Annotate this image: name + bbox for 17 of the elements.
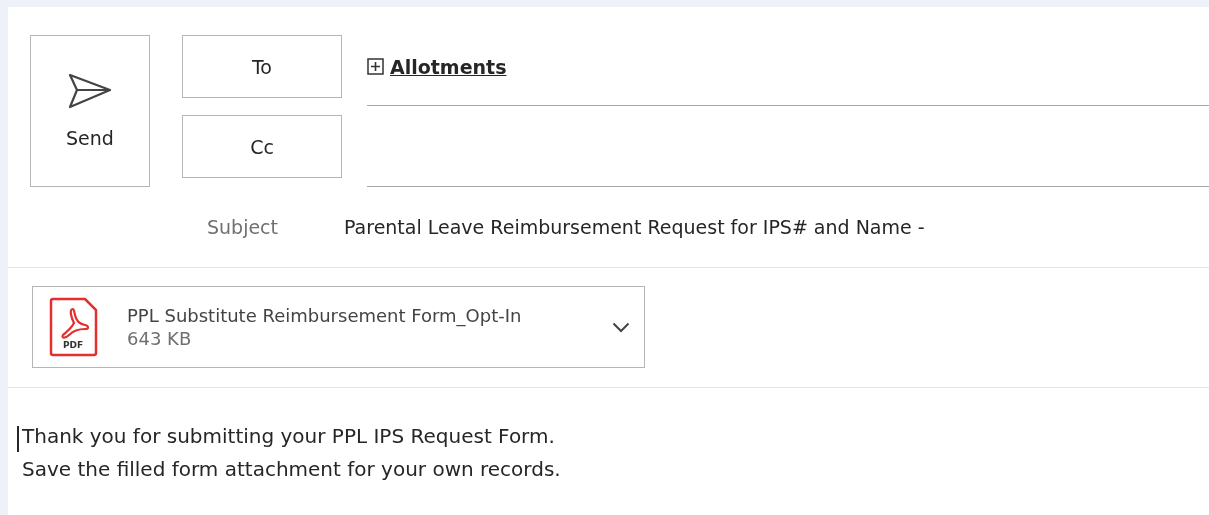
body-text: Save the filled form attachment for your own records. [22,457,561,481]
recipient-button[interactable]: Cc [182,115,342,178]
chevron-down-icon[interactable] [612,321,630,333]
recipient-link[interactable]: Allotments [390,55,507,78]
send-icon [68,73,112,109]
to-field[interactable]: Allotments [367,35,1209,106]
subject-label: Subject [205,216,279,238]
body-text: Thank you for submitting your PPL IPS Request Form. [22,424,555,448]
expand-icon[interactable] [367,58,384,75]
subject-field[interactable]: Parental Leave Reimbursement Request for IPS# and Name - [344,216,925,238]
pdf-file-icon: PDF [49,297,99,357]
attachment-card[interactable]: PDF PPL Substitute Reimbursement Form_Opt-In 643 KB [32,286,645,368]
send-button[interactable]: Send [30,35,150,187]
recipient-button[interactable]: To [182,35,342,98]
attachment-name: PPL Substitute Reimbursement Form_Opt-In [127,305,523,326]
text-cursor [17,426,19,452]
attachment-size: 643 KB [127,328,193,349]
